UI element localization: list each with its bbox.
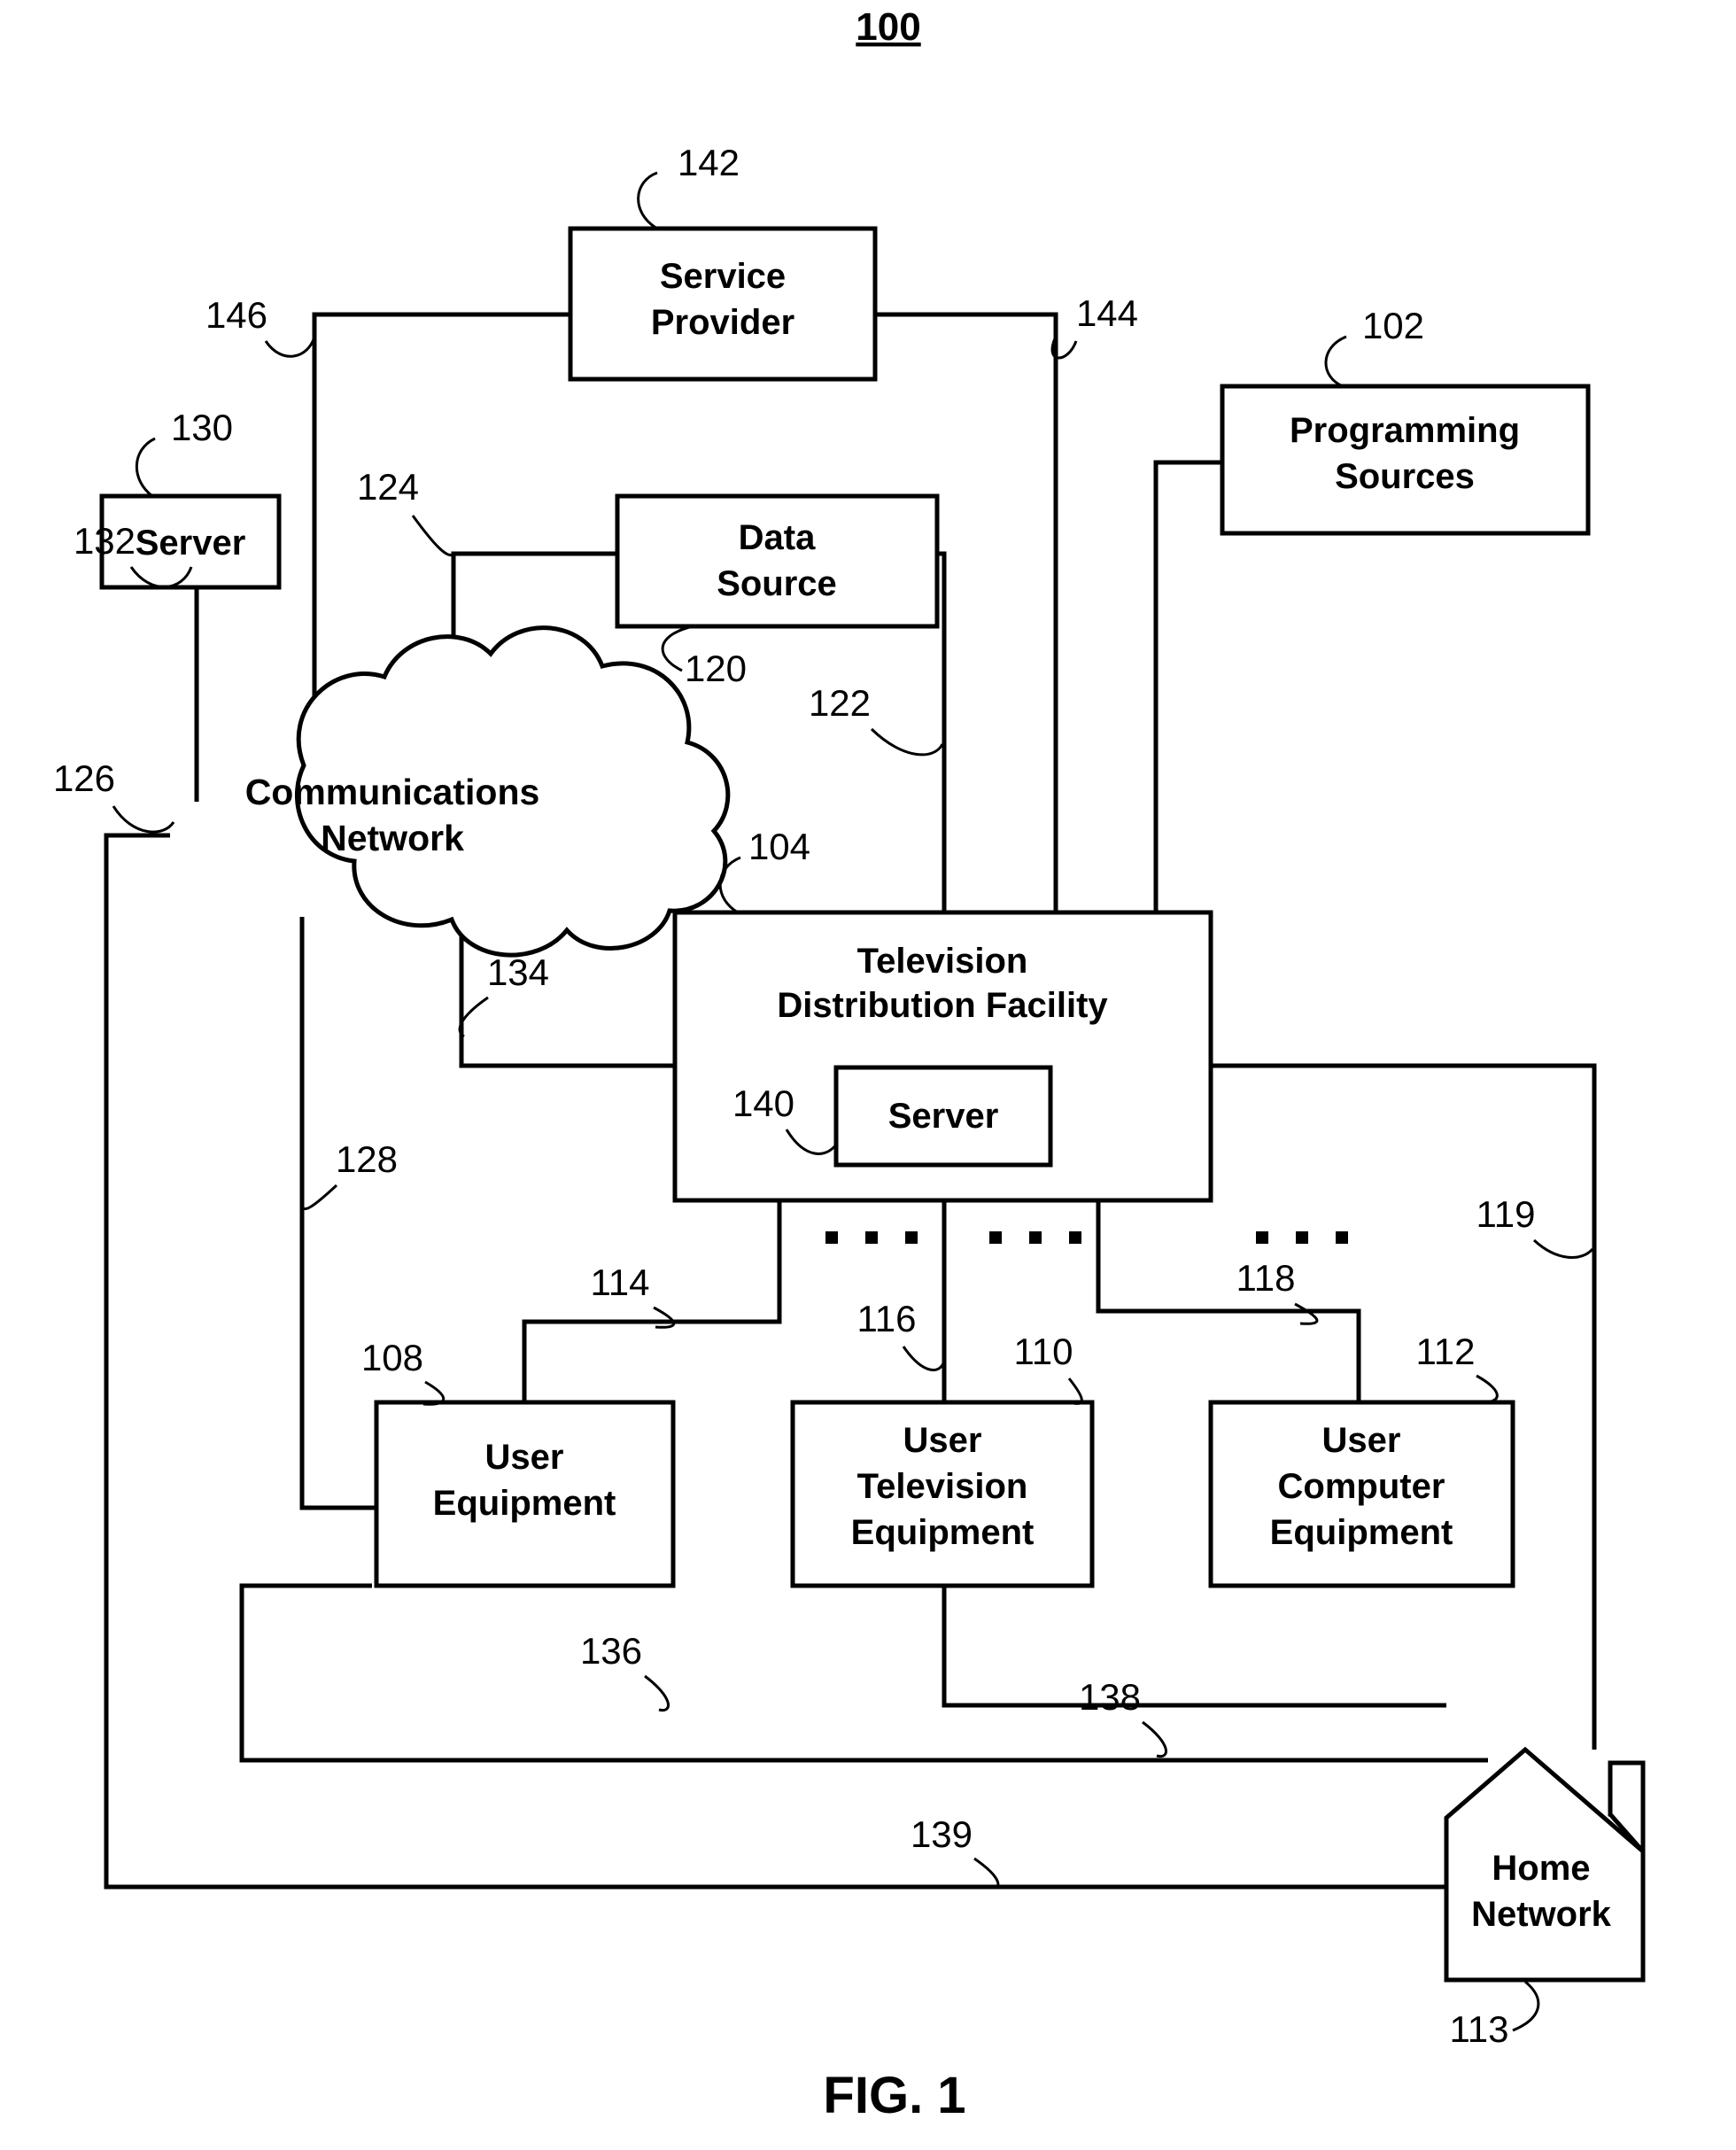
leader-139 [973, 1857, 1000, 1890]
ref-142: 142 [678, 142, 740, 183]
tdf-label-line2: Distribution Facility [777, 986, 1108, 1025]
ref-114: 114 [591, 1261, 650, 1303]
leader-134 [458, 996, 489, 1038]
programming-sources-label-line2: Sources [1335, 457, 1475, 496]
leader-126 [112, 805, 175, 834]
link-106-programming-to-tdf [1153, 460, 1222, 912]
ref-113: 113 [1450, 2008, 1509, 2050]
ref-132: 132 [74, 520, 136, 562]
home-network-label-line1: Home [1492, 1849, 1590, 1888]
user-computer-equipment-label-line3: Equipment [1270, 1513, 1453, 1552]
leader-136 [644, 1674, 670, 1712]
ref-119: 119 [1476, 1193, 1536, 1235]
ellipsis-dots-group-1 [825, 1231, 918, 1244]
user-computer-equipment-label-line2: Computer [1278, 1467, 1445, 1506]
leader-124 [411, 515, 455, 556]
figure-caption: FIG. 1 [823, 2067, 965, 2124]
user-equipment-label-line1: User [485, 1438, 564, 1477]
link-138-user-television-to-home [942, 1586, 1446, 1708]
leader-102 [1324, 335, 1347, 388]
leader-119 [1532, 1238, 1594, 1259]
patent-figure: Service Provider Programming Sources Ser… [0, 0, 1736, 2150]
user-television-equipment-label-line2: Television [857, 1467, 1028, 1506]
leader-128 [300, 1184, 338, 1210]
service-provider-label-line2: Provider [651, 303, 794, 342]
link-118-tdf-to-user-computer-equipment [1096, 1200, 1361, 1402]
ref-118: 118 [1236, 1257, 1296, 1299]
user-television-equipment-label-line3: Equipment [851, 1513, 1035, 1552]
user-television-equipment-label-line1: User [903, 1421, 982, 1460]
link-114-tdf-to-user-equipment [522, 1200, 782, 1402]
service-provider-label-line1: Service [660, 257, 786, 296]
ref-122: 122 [809, 682, 871, 724]
user-computer-equipment-label-line1: User [1322, 1421, 1401, 1460]
ref-124: 124 [357, 466, 419, 508]
ref-138: 138 [1079, 1676, 1141, 1718]
server-inner-label: Server [888, 1097, 999, 1136]
ref-136: 136 [580, 1630, 642, 1672]
ref-139: 139 [911, 1813, 973, 1855]
data-source-label-line2: Source [717, 564, 837, 603]
tdf-label-line1: Television [857, 942, 1028, 981]
ref-110: 110 [1014, 1331, 1073, 1372]
ref-144: 144 [1076, 292, 1138, 334]
link-128-network-to-user-equipment [299, 917, 376, 1510]
server-left-label: Server [136, 524, 246, 563]
ellipsis-dots-group-2 [989, 1231, 1081, 1244]
ref-108: 108 [361, 1337, 423, 1378]
communications-network-label-line1: Communications [245, 772, 540, 812]
figure-number: 100 [856, 5, 920, 49]
leader-110 [1067, 1378, 1083, 1405]
programming-sources-label-line1: Programming [1290, 411, 1520, 450]
data-source-label-line1: Data [739, 518, 816, 557]
ref-128: 128 [336, 1138, 398, 1180]
link-136-user-equipment-to-home [239, 1583, 1488, 1763]
home-network-label-line2: Network [1471, 1895, 1612, 1934]
leader-130 [135, 437, 156, 498]
leader-122 [870, 727, 944, 757]
ref-116: 116 [857, 1298, 917, 1339]
leader-146 [264, 336, 316, 358]
leader-113 [1512, 1980, 1540, 2032]
ref-134: 134 [487, 951, 549, 993]
ref-146: 146 [205, 294, 267, 336]
leader-118 [1294, 1302, 1319, 1325]
leader-112 [1476, 1374, 1499, 1404]
ref-112: 112 [1416, 1331, 1476, 1372]
communications-network-label-line2: Network [321, 818, 464, 858]
ellipsis-dots-group-3 [1256, 1231, 1348, 1244]
ref-140: 140 [732, 1083, 794, 1124]
ref-120: 120 [685, 648, 747, 689]
data-source-box [615, 493, 940, 629]
ref-126: 126 [53, 757, 115, 799]
ref-102: 102 [1362, 305, 1424, 346]
diagram-canvas: Service Provider Programming Sources Ser… [53, 5, 1646, 2124]
leader-138 [1142, 1720, 1167, 1758]
leader-116 [902, 1346, 946, 1371]
ref-130: 130 [171, 407, 233, 448]
user-equipment-label-line2: Equipment [433, 1484, 616, 1523]
leader-114 [653, 1306, 676, 1329]
leader-142 [637, 171, 658, 230]
ref-104: 104 [748, 826, 810, 867]
